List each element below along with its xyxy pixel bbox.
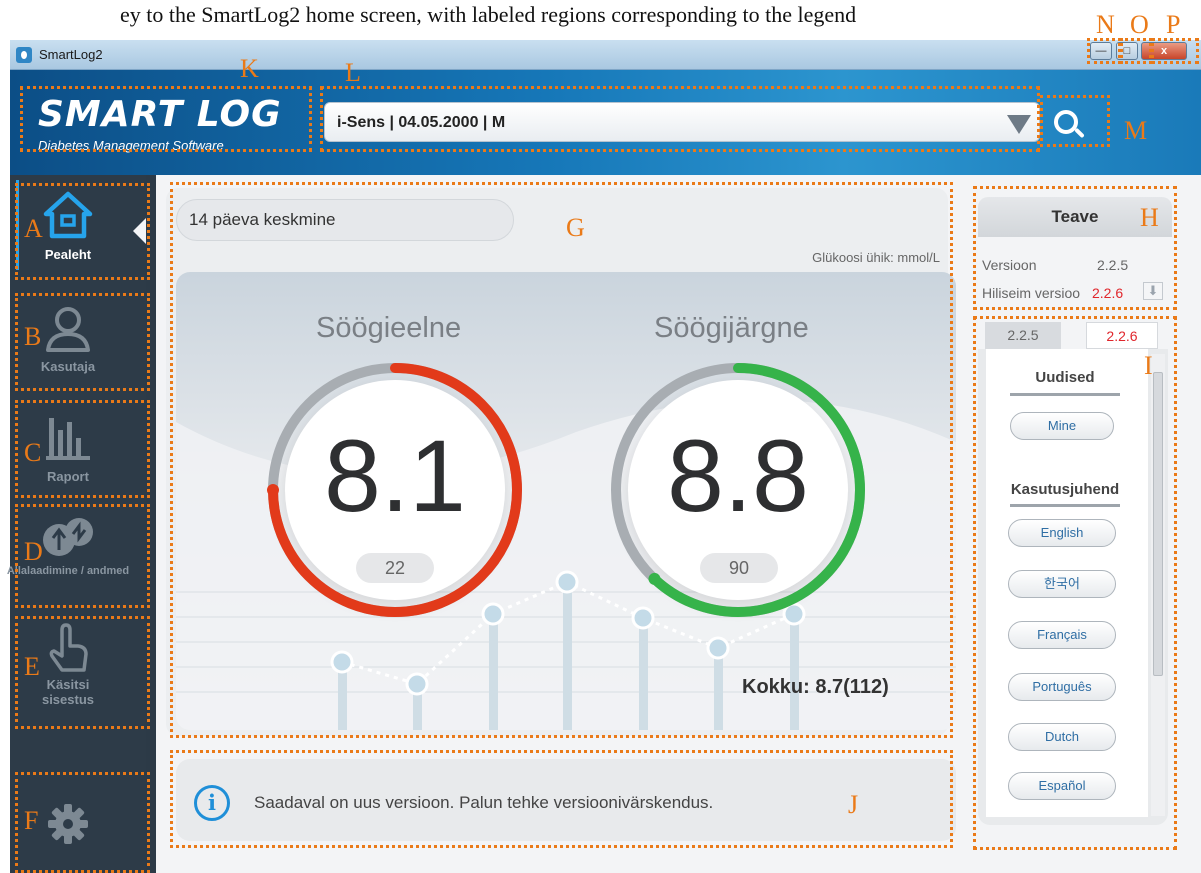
manual-english-button[interactable]: English <box>1008 519 1116 547</box>
manual-dutch-button[interactable]: Dutch <box>1008 723 1116 751</box>
callout-label-e: E <box>24 652 40 681</box>
sidebar-item-settings[interactable] <box>0 800 136 851</box>
usb-sync-icon <box>43 518 93 556</box>
bar-chart-icon <box>46 418 90 460</box>
callout-label-p: P <box>1166 10 1181 39</box>
logo-wordmark: SMART LOG <box>38 94 282 135</box>
callout-label-k: K <box>240 54 259 83</box>
callout-label-b: B <box>24 322 42 351</box>
callout-label-d: D <box>24 537 43 566</box>
callout-label-l: L <box>345 58 361 87</box>
info-icon: i <box>194 785 230 821</box>
minimize-button[interactable]: — <box>1090 42 1112 60</box>
download-icon[interactable]: ⬇ <box>1143 282 1163 300</box>
caption-text: ey to the SmartLog2 home screen, with la… <box>120 2 857 27</box>
after-meal-title: Söögijärgne <box>654 312 809 344</box>
logo-tagline: Diabetes Management Software <box>38 138 224 153</box>
callout-label-n: N <box>1096 10 1115 39</box>
active-pointer-icon <box>133 218 146 244</box>
sidebar-item-kasitsi[interactable]: Käsitsi sisestus <box>0 622 136 707</box>
update-notice-text: Saadaval on uus versioon. Palun tehke ve… <box>254 793 714 812</box>
manual-french-button[interactable]: Français <box>1008 621 1116 649</box>
current-version-value: 2.2.5 <box>1097 257 1129 273</box>
sidebar-item-raport[interactable]: Raport <box>0 410 136 484</box>
search-icon[interactable] <box>1054 110 1078 134</box>
documents-scroll-thumb[interactable] <box>1153 372 1163 676</box>
callout-label-i: I <box>1144 351 1153 380</box>
manual-spanish-button[interactable]: Español <box>1008 772 1116 800</box>
callout-label-j: J <box>848 790 859 819</box>
sidebar-item-label: Allalaadimine / andmed <box>6 565 130 577</box>
sidebar-item-pealeht[interactable]: Pealeht <box>0 188 136 262</box>
callout-label-f: F <box>24 806 39 835</box>
sidebar-item-kasutaja[interactable]: Kasutaja <box>0 300 136 374</box>
callout-label-m: M <box>1124 116 1148 145</box>
user-icon <box>46 307 90 352</box>
tab-version-current[interactable]: 2.2.5 <box>985 322 1061 349</box>
latest-version-value: 2.2.6 <box>1092 285 1124 301</box>
device-select[interactable]: i-Sens | 04.05.2000 | M <box>324 102 1040 142</box>
sidebar-item-label: Käsitsi sisestus <box>41 677 95 707</box>
manual-divider <box>1010 504 1120 507</box>
callout-label-c: C <box>24 438 42 467</box>
title-bar: SmartLog2 — □ x <box>10 40 1201 70</box>
before-meal-average-value: 8.1 <box>324 419 466 533</box>
sidebar-item-label: Kasutaja <box>40 359 96 374</box>
tab-version-latest[interactable]: 2.2.6 <box>1086 322 1158 349</box>
hand-pointer-icon <box>49 623 88 672</box>
close-button[interactable]: x <box>1141 42 1187 60</box>
period-average-label: 14 päeva keskmine <box>176 199 514 241</box>
device-select-value: i-Sens | 04.05.2000 | M <box>337 114 506 131</box>
before-meal-title: Söögieelne <box>316 312 462 344</box>
window-title: SmartLog2 <box>39 47 103 62</box>
app-header: SMART LOG Diabetes Management Software i… <box>10 70 1201 175</box>
callout-label-o: O <box>1130 10 1149 39</box>
before-meal-count-badge: 22 <box>356 553 434 583</box>
sidebar-item-label: Pealeht <box>44 247 92 262</box>
news-go-button[interactable]: Mine <box>1010 412 1114 440</box>
maximize-button[interactable]: □ <box>1116 42 1138 60</box>
manual-heading: Kasutusjuhend <box>1010 481 1120 498</box>
after-meal-average-value: 8.8 <box>667 419 809 533</box>
news-heading: Uudised <box>1035 369 1095 386</box>
current-version-label: Versioon <box>982 257 1037 273</box>
callout-label-h: H <box>1140 203 1159 232</box>
sidebar-item-label: Raport <box>47 469 89 484</box>
dropdown-arrow-icon[interactable] <box>1007 115 1031 134</box>
news-divider <box>1010 393 1120 396</box>
glucose-unit-label: Glükoosi ühik: mmol/L <box>812 250 940 265</box>
latest-version-label: Hiliseim versioo <box>982 285 1081 301</box>
app-logo-icon <box>16 47 32 63</box>
after-meal-count-badge: 90 <box>700 553 778 583</box>
total-average-label: Kokku: 8.7(112) <box>742 676 889 698</box>
callout-label-a: A <box>24 214 43 243</box>
manual-portuguese-button[interactable]: Português <box>1008 673 1116 701</box>
manual-korean-button[interactable]: 한국어 <box>1008 570 1116 598</box>
figure-caption: ey to the SmartLog2 home screen, with la… <box>0 0 1201 40</box>
sidebar-item-allalaadimine[interactable]: Allalaadimine / andmed <box>0 512 136 577</box>
home-icon <box>43 191 93 239</box>
callout-label-g: G <box>566 213 585 242</box>
gear-icon <box>48 804 88 844</box>
